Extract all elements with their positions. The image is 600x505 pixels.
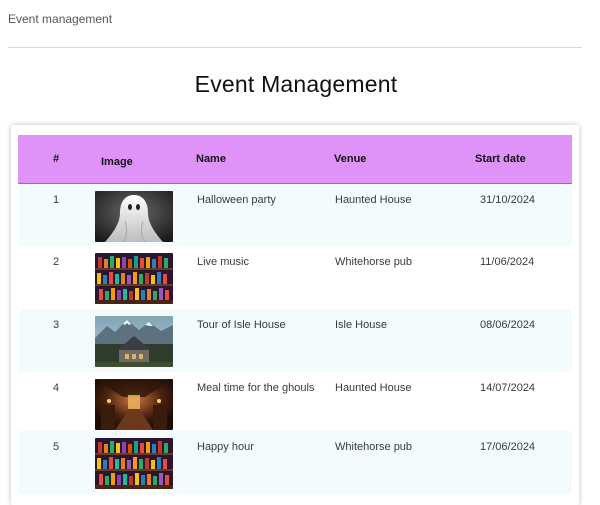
row-number: 5 bbox=[52, 441, 60, 453]
row-number: 3 bbox=[52, 319, 60, 331]
row-venue: Haunted House bbox=[335, 193, 412, 206]
row-name: Tour of Isle House bbox=[197, 319, 286, 331]
events-card: # Image Name Venue Start date 1 Hallowee… bbox=[11, 125, 579, 505]
row-start-date: 31/10/2024 bbox=[480, 193, 536, 206]
table-row[interactable]: 1 Halloween party Haunted House 31/10/20… bbox=[18, 183, 572, 246]
page-title: Event Management bbox=[194, 71, 398, 97]
row-start-date: 14/07/2024 bbox=[480, 382, 536, 394]
row-name: Halloween party bbox=[197, 193, 276, 206]
table-header-row: # Image Name Venue Start date bbox=[18, 135, 572, 184]
ghost-image[interactable] bbox=[95, 190, 173, 242]
row-venue: Whitehorse pub bbox=[335, 441, 413, 453]
row-start-date: 11/06/2024 bbox=[480, 256, 535, 268]
pub-bar-image[interactable] bbox=[95, 253, 173, 304]
row-venue: Isle House bbox=[335, 319, 387, 331]
header-name[interactable]: Name bbox=[196, 135, 334, 184]
table-row[interactable]: 2 Live music Whitehorse pub 11/06/2024 bbox=[18, 246, 572, 309]
row-name: Live music bbox=[197, 256, 249, 268]
header-venue[interactable]: Venue bbox=[334, 135, 475, 184]
row-number: 1 bbox=[52, 193, 60, 206]
table-row[interactable]: 4 Meal time for the ghouls Haunted House… bbox=[18, 372, 572, 431]
pub-bar-image[interactable] bbox=[95, 438, 173, 489]
header-number[interactable]: # bbox=[18, 135, 94, 184]
row-venue: Whitehorse pub bbox=[335, 256, 413, 268]
row-number: 2 bbox=[52, 256, 60, 268]
row-name: Meal time for the ghouls bbox=[197, 382, 315, 394]
breadcrumb[interactable]: Event management bbox=[8, 12, 112, 26]
row-name: Happy hour bbox=[197, 441, 254, 453]
row-start-date: 08/06/2024 bbox=[480, 319, 536, 331]
table-row[interactable]: 3 Tour of Isle House Isle House 08/06/20… bbox=[18, 309, 572, 372]
row-venue: Haunted House bbox=[335, 382, 412, 394]
header-divider bbox=[8, 47, 582, 48]
events-table: # Image Name Venue Start date 1 Hallowee… bbox=[18, 135, 572, 494]
dining-hall-image[interactable] bbox=[95, 379, 173, 430]
row-number: 4 bbox=[52, 382, 60, 394]
row-start-date: 17/06/2024 bbox=[480, 441, 536, 453]
table-row[interactable]: 5 Happy hour Whitehorse pub 17/06/2024 bbox=[18, 431, 572, 494]
header-start-date[interactable]: Start date bbox=[475, 135, 572, 184]
mountain-house-image[interactable] bbox=[95, 316, 173, 367]
header-image[interactable]: Image bbox=[94, 135, 196, 184]
